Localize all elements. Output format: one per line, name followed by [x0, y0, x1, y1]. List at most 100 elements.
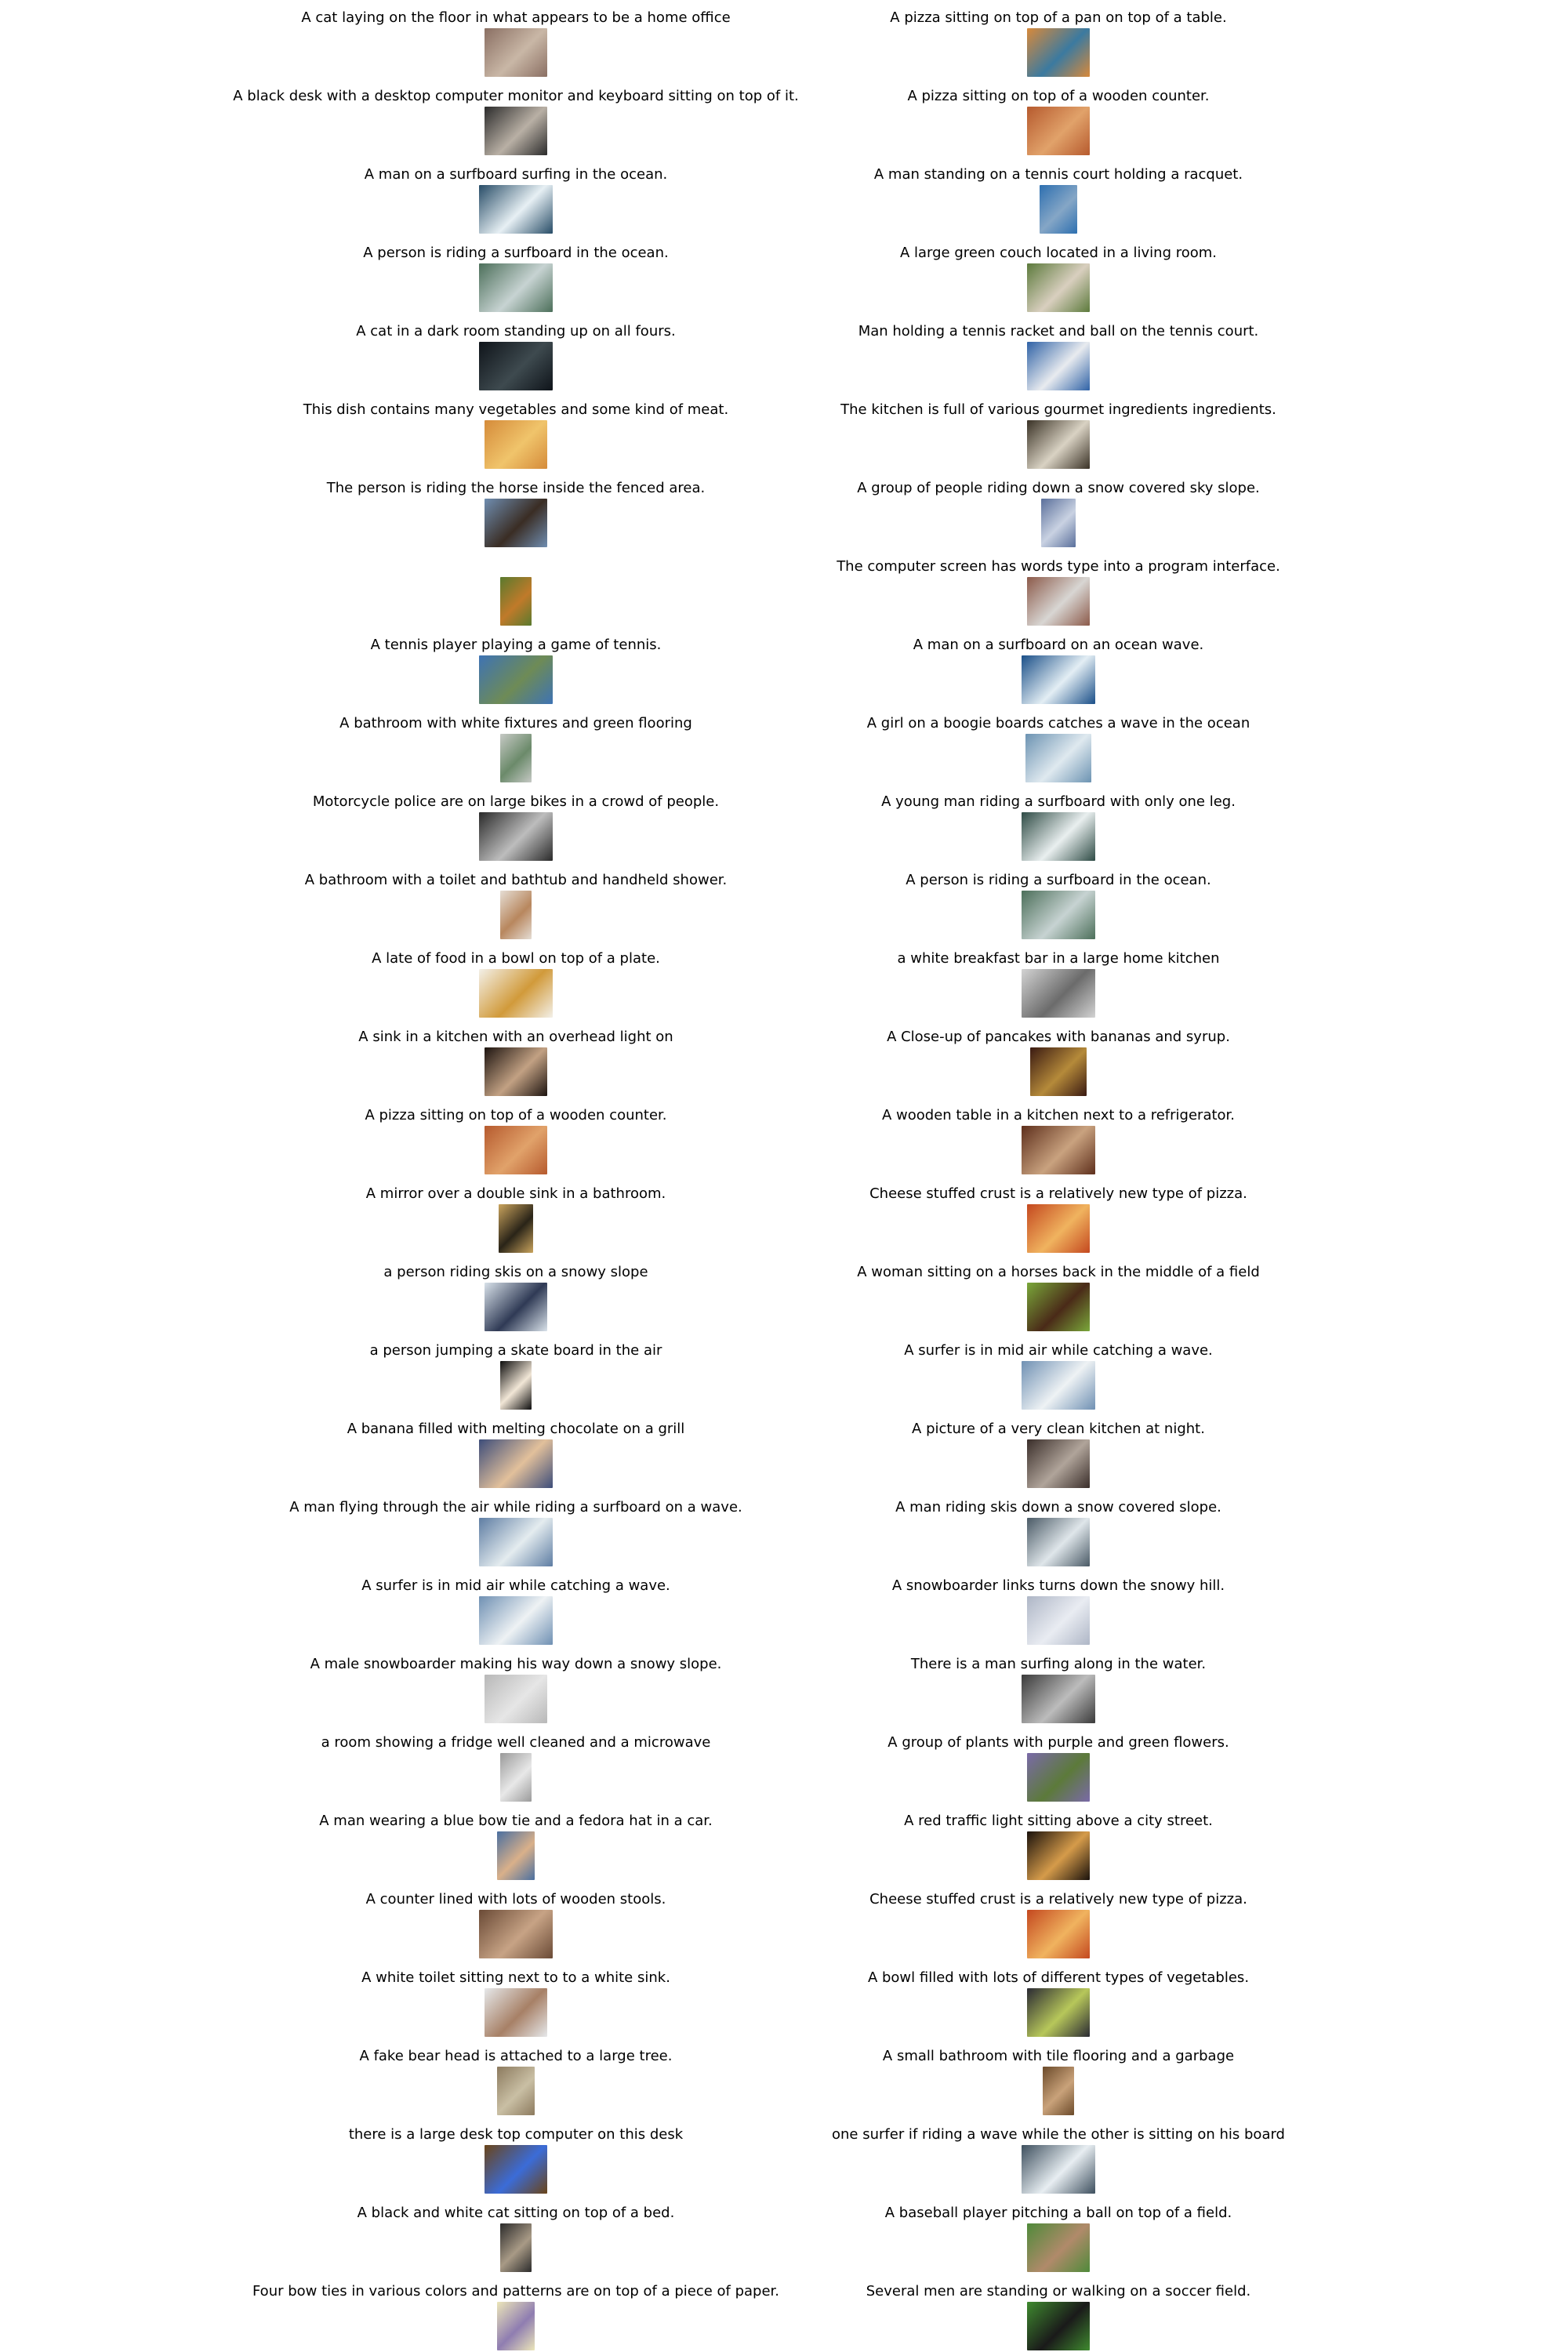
image-caption: A person is riding a surfboard in the oc…: [906, 872, 1211, 888]
photo-thumbnail: [479, 655, 553, 704]
photo-thumbnail: [1022, 969, 1095, 1018]
photo-fill: [1027, 1518, 1090, 1566]
photo-fill: [1022, 1126, 1095, 1174]
photo-thumbnail: [500, 1361, 532, 1410]
image-caption: a white breakfast bar in a large home ki…: [897, 950, 1220, 967]
photo-fill: [479, 655, 553, 704]
image-caption: The computer screen has words type into …: [837, 558, 1280, 575]
image-caption: A picture of a very clean kitchen at nig…: [912, 1421, 1205, 1437]
photo-fill: [1022, 655, 1095, 704]
photo-fill: [500, 2223, 532, 2272]
photo-thumbnail: [485, 1126, 547, 1174]
photo-thumbnail: [479, 1910, 553, 1958]
right-item: A pizza sitting on top of a pan on top o…: [666, 0, 1450, 78]
right-item: Cheese stuffed crust is a relatively new…: [666, 1882, 1450, 1960]
photo-thumbnail: [1022, 1675, 1095, 1723]
right-item: A picture of a very clean kitchen at nig…: [666, 1411, 1450, 1490]
image-caption: A bowl filled with lots of different typ…: [867, 1969, 1250, 1986]
photo-fill: [1022, 891, 1095, 939]
right-item: Several men are standing or walking on a…: [666, 2274, 1450, 2352]
photo-fill: [1027, 1283, 1090, 1331]
photo-thumbnail: [1027, 263, 1090, 312]
photo-thumbnail: [1022, 1126, 1095, 1174]
photo-fill: [485, 28, 547, 77]
image-caption: A large green couch located in a living …: [899, 245, 1218, 261]
image-caption: A red traffic light sitting above a city…: [904, 1813, 1213, 1829]
image-caption: A snowboarder links turns down the snowy…: [891, 1577, 1225, 1594]
photo-fill: [1040, 185, 1077, 234]
right-item: A man standing on a tennis court holding…: [666, 157, 1450, 235]
photo-thumbnail: [1041, 499, 1076, 547]
photo-fill: [1027, 1439, 1090, 1488]
photo-thumbnail: [485, 1283, 547, 1331]
photo-fill: [1027, 2223, 1090, 2272]
photo-thumbnail: [479, 1439, 553, 1488]
photo-thumbnail: [1022, 1361, 1095, 1410]
photo-fill: [1027, 1204, 1090, 1253]
photo-fill: [485, 499, 547, 547]
photo-fill: [500, 1753, 532, 1802]
photo-thumbnail: [1022, 655, 1095, 704]
photo-thumbnail: [479, 969, 553, 1018]
photo-thumbnail: [1022, 891, 1095, 939]
photo-fill: [500, 734, 532, 782]
photo-thumbnail: [1022, 812, 1095, 861]
photo-fill: [485, 420, 547, 469]
image-caption: A group of plants with purple and green …: [887, 1734, 1229, 1751]
photo-thumbnail: [485, 420, 547, 469]
photo-thumbnail: [1027, 577, 1090, 626]
photo-fill: [497, 2302, 535, 2350]
photo-thumbnail: [485, 499, 547, 547]
photo-fill: [1027, 1753, 1090, 1802]
photo-fill: [499, 1204, 533, 1253]
photo-fill: [1027, 420, 1090, 469]
photo-thumbnail: [1027, 1988, 1090, 2037]
photo-thumbnail: [500, 891, 532, 939]
photo-thumbnail: [1040, 185, 1077, 234]
image-caption: The kitchen is full of various gourmet i…: [840, 401, 1276, 418]
photo-thumbnail: [497, 2067, 535, 2115]
photo-fill: [1027, 28, 1090, 77]
photo-fill: [485, 1283, 547, 1331]
photo-fill: [1022, 969, 1095, 1018]
photo-thumbnail: [479, 1596, 553, 1645]
photo-fill: [497, 2067, 535, 2115]
right-item: A Close-up of pancakes with bananas and …: [666, 1019, 1450, 1098]
photo-thumbnail: [1027, 107, 1090, 155]
image-caption: Several men are standing or walking on a…: [866, 2283, 1251, 2299]
right-item: A group of people riding down a snow cov…: [666, 470, 1450, 549]
photo-thumbnail: [500, 577, 532, 626]
photo-thumbnail: [500, 734, 532, 782]
photo-thumbnail: [485, 2145, 547, 2194]
right-item: A wooden table in a kitchen next to a re…: [666, 1098, 1450, 1176]
image-caption: A surfer is in mid air while catching a …: [904, 1342, 1213, 1359]
photo-thumbnail: [1027, 1910, 1090, 1958]
right-item: A baseball player pitching a ball on top…: [666, 2195, 1450, 2274]
right-item: Cheese stuffed crust is a relatively new…: [666, 1176, 1450, 1254]
photo-fill: [1043, 2067, 1074, 2115]
right-item: A person is riding a surfboard in the oc…: [666, 862, 1450, 941]
photo-fill: [1027, 1910, 1090, 1958]
photo-thumbnail: [1027, 1596, 1090, 1645]
photo-thumbnail: [479, 263, 553, 312]
photo-thumbnail: [1027, 1831, 1090, 1880]
photo-fill: [1022, 812, 1095, 861]
photo-thumbnail: [479, 812, 553, 861]
photo-fill: [485, 1047, 547, 1096]
right-item: A red traffic light sitting above a city…: [666, 1803, 1450, 1882]
photo-fill: [1041, 499, 1076, 547]
photo-fill: [479, 1910, 553, 1958]
photo-fill: [485, 1675, 547, 1723]
image-caption: Cheese stuffed crust is a relatively new…: [869, 1185, 1247, 1202]
photo-fill: [479, 969, 553, 1018]
right-item: A pizza sitting on top of a wooden count…: [666, 78, 1450, 157]
photo-fill: [500, 577, 532, 626]
right-item: Man holding a tennis racket and ball on …: [666, 314, 1450, 392]
photo-thumbnail: [1027, 1204, 1090, 1253]
photo-thumbnail: [1027, 1518, 1090, 1566]
image-caption: one surfer if riding a wave while the ot…: [832, 2126, 1285, 2143]
photo-thumbnail: [500, 1753, 532, 1802]
image-caption: A small bathroom with tile flooring and …: [882, 2048, 1235, 2064]
image-caption: A man on a surfboard on an ocean wave.: [913, 637, 1204, 653]
right-item: one surfer if riding a wave while the ot…: [666, 2117, 1450, 2195]
